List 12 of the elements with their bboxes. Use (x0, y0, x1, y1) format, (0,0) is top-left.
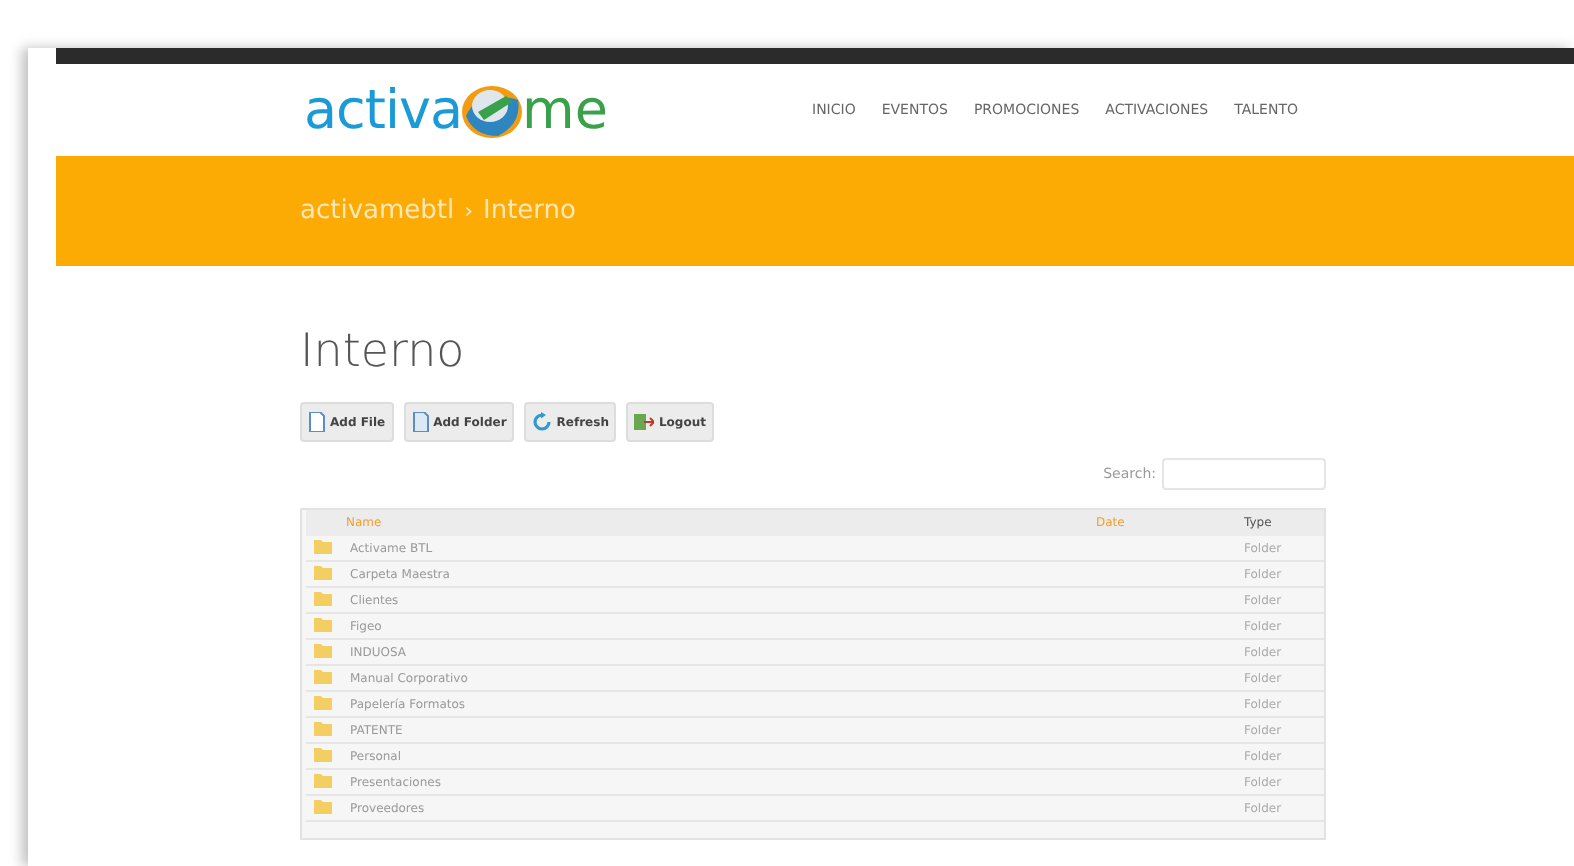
page-title: Interno (300, 326, 467, 378)
logout-icon (634, 412, 655, 432)
breadcrumb-current: Interno (483, 196, 576, 226)
globe-logo-icon (458, 80, 527, 140)
search-field[interactable] (1162, 458, 1326, 490)
file-icon (308, 412, 326, 432)
document-icon (411, 412, 430, 432)
breadcrumb-separator: › (464, 198, 474, 224)
refresh-icon (532, 412, 553, 432)
breadcrumb-link[interactable]: activamebtl (300, 196, 455, 226)
logo-text[interactable]: activa (304, 83, 463, 137)
logo-text[interactable]: me (522, 83, 608, 137)
